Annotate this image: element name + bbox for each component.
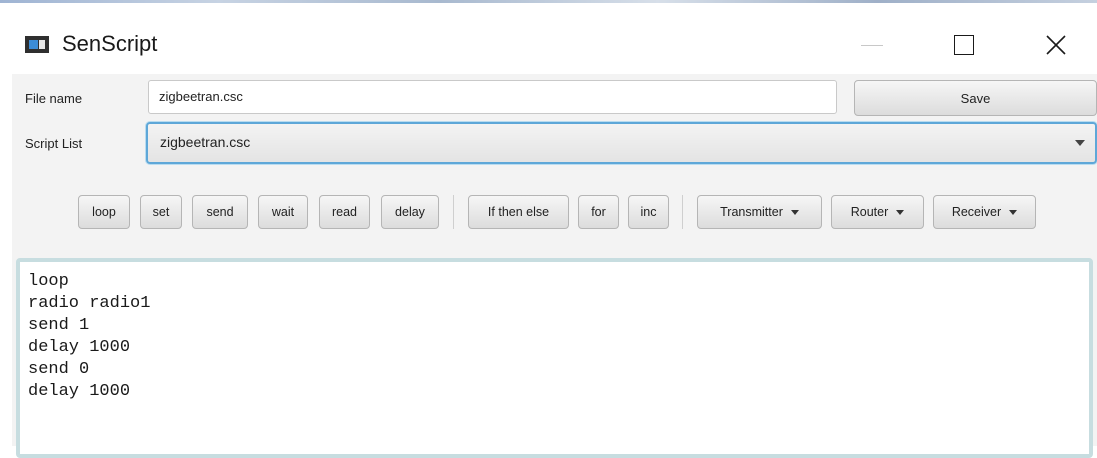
- editor-line: loop: [28, 272, 69, 291]
- for-button[interactable]: for: [578, 195, 619, 229]
- set-button[interactable]: set: [140, 195, 182, 229]
- file-name-input[interactable]: zigbeetran.csc: [148, 80, 837, 114]
- editor-line: send 0: [28, 360, 90, 379]
- router-menu-button[interactable]: Router: [831, 195, 924, 229]
- close-button[interactable]: [1036, 27, 1076, 63]
- title-bar: SenScript: [0, 3, 1097, 81]
- delay-button[interactable]: delay: [381, 195, 439, 229]
- editor-line: send 1: [28, 316, 90, 335]
- inc-button[interactable]: inc: [628, 195, 669, 229]
- script-list-selected: zigbeetran.csc: [160, 134, 251, 150]
- chevron-down-icon: [790, 209, 799, 215]
- receiver-label: Receiver: [951, 205, 1002, 219]
- if-then-else-button[interactable]: If then else: [468, 195, 569, 229]
- save-button[interactable]: Save: [854, 80, 1097, 116]
- read-button[interactable]: read: [319, 195, 370, 229]
- receiver-menu-button[interactable]: Receiver: [933, 195, 1036, 229]
- window-title: SenScript: [62, 31, 158, 56]
- script-editor-content: loop radio radio1 send 1 delay 1000 send 0 de…: [28, 271, 150, 403]
- chevron-down-icon: [1009, 209, 1018, 215]
- main-panel: File name zigbeetran.csc Save Script Lis…: [12, 74, 1097, 458]
- minimize-icon: [861, 44, 883, 46]
- app-window-icon: [25, 36, 49, 53]
- toolbar-separator: [682, 195, 683, 229]
- close-icon: [1046, 35, 1066, 55]
- script-list-dropdown[interactable]: zigbeetran.csc: [146, 122, 1097, 164]
- maximize-icon: [954, 35, 974, 55]
- transmitter-label: Transmitter: [720, 205, 783, 219]
- minimize-button[interactable]: [852, 27, 892, 63]
- wait-button[interactable]: wait: [258, 195, 308, 229]
- editor-line: delay 1000: [28, 338, 131, 357]
- loop-button[interactable]: loop: [78, 195, 130, 229]
- send-button[interactable]: send: [192, 195, 248, 229]
- chevron-down-icon: [896, 209, 905, 215]
- editor-line: delay 1000: [28, 382, 131, 401]
- script-list-label: Script List: [25, 136, 83, 151]
- router-label: Router: [850, 205, 889, 219]
- file-name-label: File name: [25, 91, 83, 106]
- maximize-button[interactable]: [944, 27, 984, 63]
- transmitter-menu-button[interactable]: Transmitter: [697, 195, 822, 229]
- script-editor[interactable]: loop radio radio1 send 1 delay 1000 send 0 de…: [16, 258, 1093, 458]
- chevron-down-icon: [1075, 140, 1085, 146]
- editor-line: radio radio1: [28, 294, 151, 313]
- toolbar-separator: [453, 195, 454, 229]
